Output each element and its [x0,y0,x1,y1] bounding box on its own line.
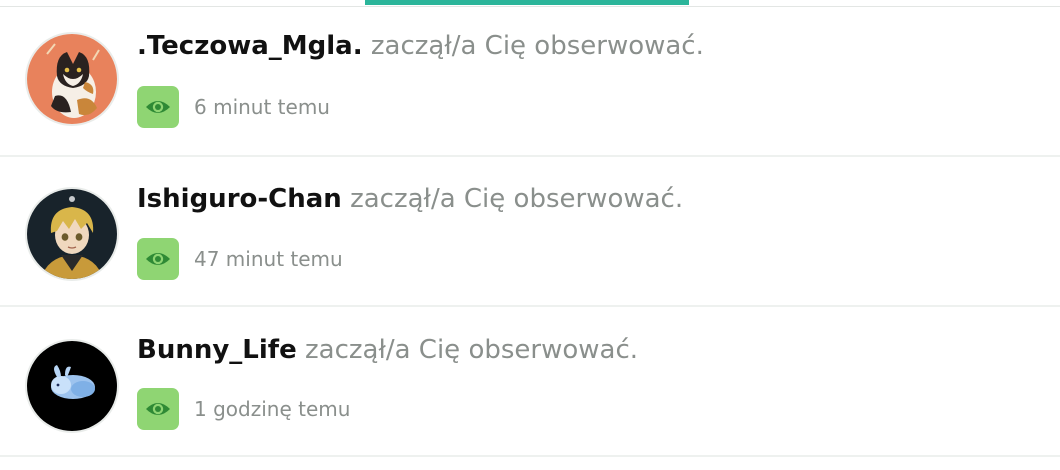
cat-avatar-icon[interactable] [27,34,117,124]
notification-text: Ishiguro-Chan zaczął/a Cię obserwować. [137,184,683,214]
notification-action: zaczął/a Cię obserwować. [350,184,684,214]
eye-icon [137,388,179,430]
anime-character-avatar-icon[interactable] [27,189,117,279]
eye-icon [137,86,179,128]
notification-row[interactable]: Ishiguro-Chan zaczął/a Cię obserwować. 4… [0,157,1060,307]
timestamp: 47 minut temu [194,247,343,271]
bunny-avatar-icon[interactable] [27,341,117,431]
notification-feed: .Teczowa_Mgla. zaczął/a Cię obserwować. … [0,6,1060,457]
notification-meta: 1 godzinę temu [137,388,350,430]
notification-row[interactable]: .Teczowa_Mgla. zaczął/a Cię obserwować. … [0,6,1060,157]
notification-text: Bunny_Life zaczął/a Cię obserwować. [137,335,638,365]
username-link[interactable]: .Teczowa_Mgla. [137,31,363,61]
notification-action: zaczął/a Cię obserwować. [305,335,639,365]
username-link[interactable]: Bunny_Life [137,335,297,365]
active-tab-indicator [365,0,689,5]
notification-meta: 47 minut temu [137,238,343,280]
eye-icon [137,238,179,280]
notification-row[interactable]: Bunny_Life zaczął/a Cię obserwować. 1 go… [0,307,1060,457]
notification-meta: 6 minut temu [137,86,330,128]
username-link[interactable]: Ishiguro-Chan [137,184,342,214]
timestamp: 6 minut temu [194,95,330,119]
notification-text: .Teczowa_Mgla. zaczął/a Cię obserwować. [137,31,704,61]
notification-action: zaczął/a Cię obserwować. [370,31,704,61]
timestamp: 1 godzinę temu [194,397,351,421]
